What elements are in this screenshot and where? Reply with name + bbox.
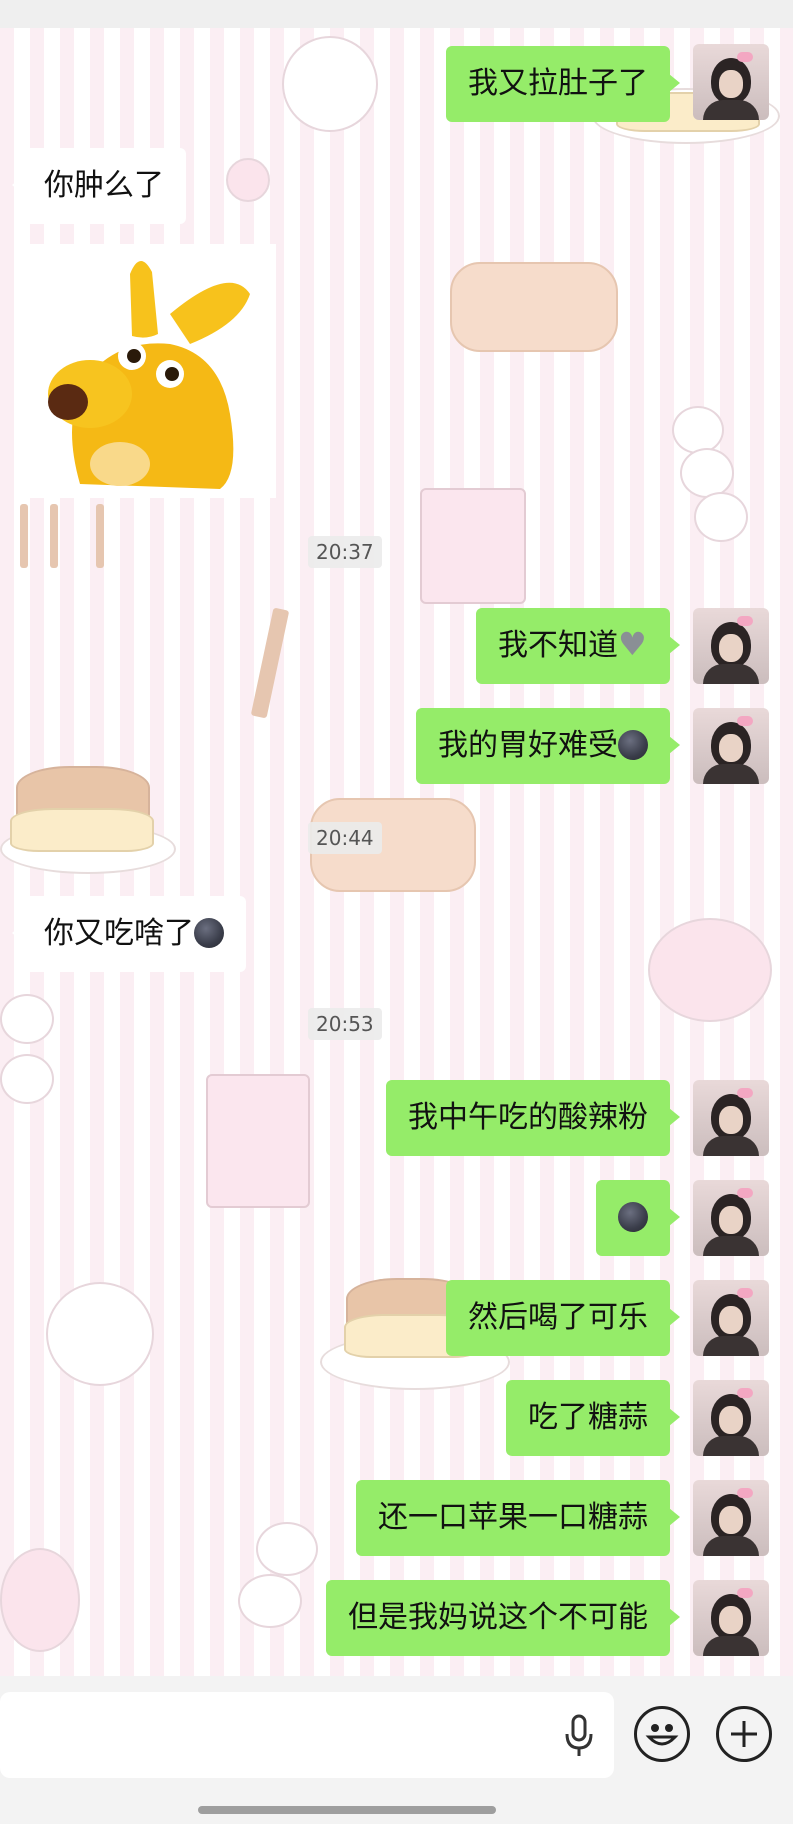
- utensil-decoration: [50, 504, 58, 568]
- avatar[interactable]: [693, 1380, 769, 1456]
- timestamp: 20:37: [308, 536, 382, 568]
- message-text: 吃了糖蒜: [528, 1400, 648, 1435]
- message-text: 我又拉肚子了: [468, 66, 648, 101]
- message-bubble-outgoing[interactable]: 我中午吃的酸辣粉: [386, 1080, 680, 1156]
- new-moon-face-emoji-icon: [618, 730, 648, 760]
- milk-carton-decoration: [420, 488, 526, 604]
- message-bubble-outgoing[interactable]: 我不知道: [476, 608, 680, 684]
- message-input[interactable]: [0, 1692, 614, 1778]
- dango-bunny-decoration: [694, 492, 748, 542]
- utensil-decoration: [96, 504, 104, 568]
- avatar[interactable]: [693, 1180, 769, 1256]
- message-text: 我中午吃的酸辣粉: [408, 1100, 648, 1135]
- bunny-decoration: [648, 918, 772, 1022]
- bunny-decoration: [226, 158, 270, 202]
- dango-bunny-decoration: [238, 1574, 302, 1628]
- avatar[interactable]: [693, 1280, 769, 1356]
- dango-bunny-decoration: [0, 1054, 54, 1104]
- dango-bunny-decoration: [672, 406, 724, 454]
- message-bubble-incoming[interactable]: 你又吃啥了: [12, 896, 246, 972]
- status-bar-strip: [0, 0, 793, 28]
- message-text: 还一口苹果一口糖蒜: [378, 1500, 648, 1535]
- message-bubble-outgoing[interactable]: 还一口苹果一口糖蒜: [356, 1480, 680, 1556]
- home-indicator[interactable]: [198, 1806, 496, 1814]
- microphone-icon[interactable]: [564, 1714, 594, 1758]
- message-text: 然后喝了可乐: [468, 1300, 648, 1335]
- timestamp: 20:53: [308, 1008, 382, 1040]
- bunny-decoration: [46, 1282, 154, 1386]
- message-bubble-outgoing[interactable]: 然后喝了可乐: [446, 1280, 680, 1356]
- timestamp: 20:44: [308, 822, 382, 854]
- bunny-decoration: [0, 1548, 80, 1652]
- message-text: 我的胃好难受: [438, 728, 618, 763]
- message-text: 但是我妈说这个不可能: [348, 1600, 648, 1635]
- dango-bunny-decoration: [680, 448, 734, 498]
- message-text: 我不知道: [498, 628, 618, 663]
- message-bubble-incoming[interactable]: 你肿么了: [12, 148, 186, 224]
- avatar[interactable]: [693, 1480, 769, 1556]
- message-bubble-outgoing[interactable]: 我的胃好难受: [416, 708, 680, 784]
- milk-carton-decoration: [206, 1074, 310, 1208]
- pudding-decoration: [10, 808, 154, 852]
- utensil-decoration: [20, 504, 28, 568]
- message-text: 你又吃啥了: [44, 916, 194, 951]
- icing-bag-decoration: [250, 607, 290, 719]
- message-bubble-outgoing[interactable]: [596, 1180, 680, 1256]
- emoji-icon[interactable]: [634, 1706, 690, 1762]
- new-moon-face-emoji-icon: [618, 1202, 648, 1232]
- message-bubble-outgoing[interactable]: 我又拉肚子了: [446, 46, 680, 122]
- roll-cake-decoration: [450, 262, 618, 352]
- bunny-decoration: [282, 36, 378, 132]
- dango-bunny-decoration: [0, 994, 54, 1044]
- avatar[interactable]: [693, 608, 769, 684]
- plus-glyph: [731, 1721, 757, 1747]
- message-bubble-outgoing[interactable]: 但是我妈说这个不可能: [326, 1580, 680, 1656]
- broken-heart-emoji-icon: [618, 626, 648, 662]
- plus-icon[interactable]: [716, 1706, 772, 1762]
- avatar[interactable]: [693, 708, 769, 784]
- message-bubble-outgoing[interactable]: 吃了糖蒜: [506, 1380, 680, 1456]
- emoji-face-glyph: [645, 1724, 679, 1746]
- dango-bunny-decoration: [256, 1522, 318, 1576]
- chat-area[interactable]: 我又拉肚子了 你肿么了 20:37 我不知道 我的胃好难受 20:44 你又吃啥…: [0, 28, 793, 1676]
- avatar[interactable]: [693, 44, 769, 120]
- avatar[interactable]: [693, 1080, 769, 1156]
- input-bar: [0, 1676, 793, 1824]
- new-moon-face-emoji-icon: [194, 918, 224, 948]
- avatar[interactable]: [693, 1580, 769, 1656]
- yellow-dog-sticker-image: [48, 260, 250, 489]
- yellow-dog-sticker-icon[interactable]: [20, 244, 276, 498]
- message-text: 你肿么了: [44, 168, 164, 203]
